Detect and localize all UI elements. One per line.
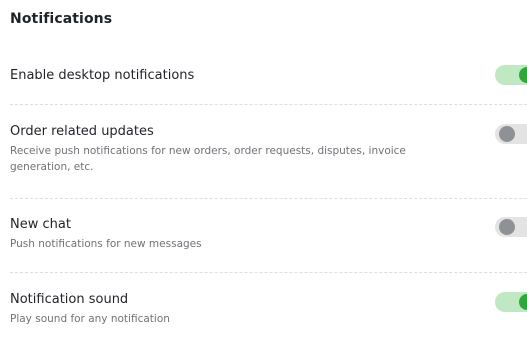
toggle-knob [499, 219, 515, 235]
setting-row-desktop-notifications: Enable desktop notifications [10, 65, 527, 85]
setting-description: Receive push notifications for new order… [10, 145, 406, 173]
divider [10, 198, 527, 199]
divider [10, 104, 527, 105]
desktop-notifications-toggle[interactable] [495, 65, 527, 85]
setting-row-notification-sound: Notification sound Play sound for any no… [10, 292, 527, 327]
toggle-knob [519, 67, 527, 83]
notification-sound-toggle[interactable] [495, 292, 527, 312]
order-updates-toggle[interactable] [495, 124, 527, 144]
setting-row-order-updates: Order related updates Receive push notif… [10, 124, 527, 175]
divider [10, 272, 527, 273]
setting-description: Play sound for any notification [10, 313, 170, 325]
toggle-knob [519, 294, 527, 310]
notifications-panel: Notifications Enable desktop notificatio… [0, 0, 527, 347]
section-title: Notifications [10, 11, 113, 27]
new-chat-toggle[interactable] [495, 217, 527, 237]
setting-title: Notification sound [10, 292, 129, 307]
setting-title: Order related updates [10, 124, 154, 139]
setting-title: New chat [10, 217, 71, 232]
setting-description: Push notifications for new messages [10, 238, 202, 250]
toggle-knob [499, 126, 515, 142]
setting-title: Enable desktop notifications [10, 68, 195, 83]
setting-row-new-chat: New chat Push notifications for new mess… [10, 217, 527, 252]
